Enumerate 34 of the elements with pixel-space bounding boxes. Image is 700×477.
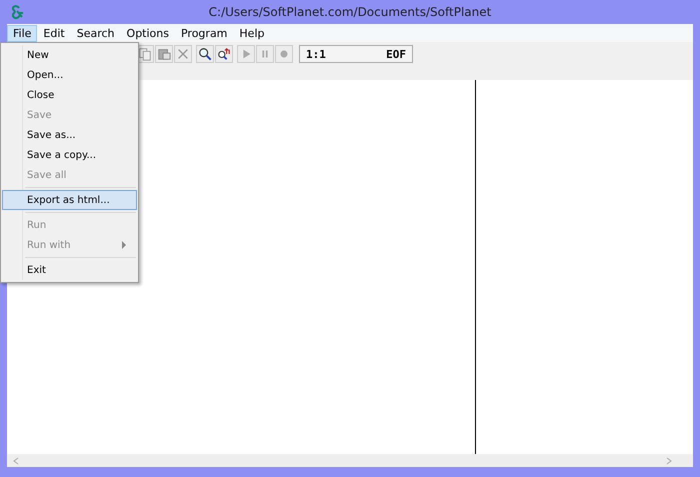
menu-item[interactable]: New [2,45,137,65]
menu-item-label: Open... [27,70,64,80]
search-icon[interactable] [196,45,214,63]
menu-item[interactable]: Search [70,24,121,42]
menu-item-label: Save a copy... [27,150,96,160]
menu-item-label: Export as html... [27,194,110,206]
cursor-position: 1:1 [306,48,326,60]
menu-item[interactable]: Help [233,24,270,42]
menu-item[interactable]: Program [174,24,234,42]
menu-item-label: Close [27,90,54,100]
paste-icon[interactable] [155,45,173,63]
menu-item[interactable]: Close [2,85,137,105]
menu-item-label: Run [27,220,46,230]
menu-item[interactable]: Options [120,24,175,42]
menu-item-label: Save all [27,170,66,180]
window-title: C:/Users/SoftPlanet.com/Documents/SoftPlanet [208,5,492,19]
menu-item[interactable]: File [7,24,38,42]
menu-item[interactable]: Export as html... [2,190,137,210]
menu-item-label: New [27,50,49,60]
menu-item[interactable]: Edit [37,24,71,42]
replace-icon[interactable] [215,45,233,63]
menu-item[interactable]: Save a copy... [2,145,137,165]
menu-item[interactable]: Save as... [2,125,137,145]
menu-item-label: Exit [27,264,46,276]
menu-item-label: Run with [27,240,71,250]
menu-item[interactable]: Exit [2,260,137,280]
submenu-arrow-icon [122,241,126,249]
stop-icon[interactable] [275,45,293,63]
menu-item-label: Save as... [27,130,76,140]
file-state: EOF [386,48,406,60]
pause-icon[interactable] [256,45,274,63]
menu-item-label: Save [27,110,52,120]
horizontal-scrollbar[interactable] [7,454,693,467]
menu-item[interactable]: Open... [2,65,137,85]
